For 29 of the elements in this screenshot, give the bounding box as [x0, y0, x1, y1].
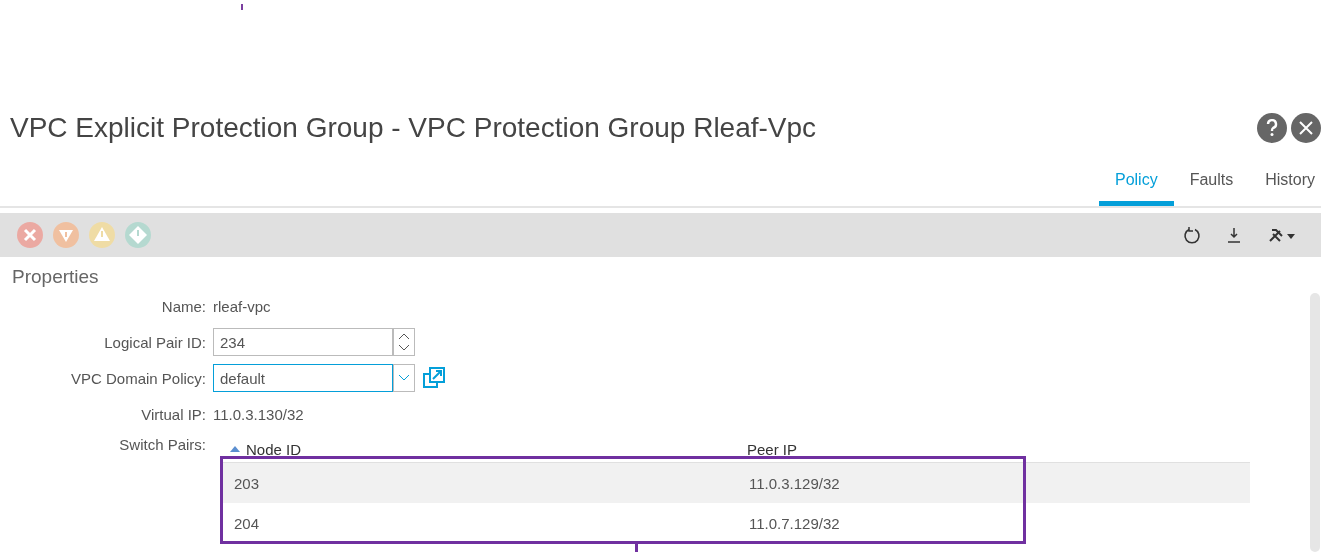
field-label: Virtual IP: — [140, 405, 207, 423]
annotation-mark — [241, 4, 243, 10]
section-title: Properties — [11, 265, 100, 288]
field-label: Name: — [160, 297, 207, 315]
table-cell-text: 11.0.7.129/32 — [748, 514, 841, 532]
table-cell-text: 203 — [233, 474, 261, 492]
field-label: VPC Domain Policy: — [69, 369, 207, 387]
field-label: Switch Pairs: — [118, 436, 207, 453]
column-header[interactable]: Peer IP — [735, 440, 1250, 458]
column-header[interactable]: Node ID — [220, 440, 735, 458]
window-title: VPC Explicit Protection Group - VPC Protection Group Rleaf-Vpc — [10, 112, 818, 144]
refresh-icon — [1183, 226, 1201, 244]
chevron-down-icon — [398, 374, 410, 382]
field-label: Logical Pair ID: — [103, 333, 207, 351]
tab[interactable]: Faults — [1173, 158, 1250, 206]
tab[interactable]: History — [1249, 158, 1321, 206]
table-cell-text: 11.0.3.129/32 — [748, 474, 841, 492]
scrollbar[interactable] — [1310, 293, 1320, 552]
table-cell-text: 204 — [233, 514, 261, 532]
help-button[interactable] — [1257, 113, 1287, 143]
field-value: rleaf-vpc — [213, 297, 271, 315]
download-icon — [1225, 226, 1243, 244]
open-window-icon[interactable] — [423, 367, 445, 389]
field-value: 11.0.3.130/32 — [213, 405, 304, 423]
tools-icon — [1267, 226, 1297, 244]
help-icon — [1265, 119, 1279, 137]
close-button[interactable] — [1291, 113, 1321, 143]
close-icon — [1298, 120, 1314, 136]
spinner-arrows-icon[interactable] — [398, 332, 410, 352]
